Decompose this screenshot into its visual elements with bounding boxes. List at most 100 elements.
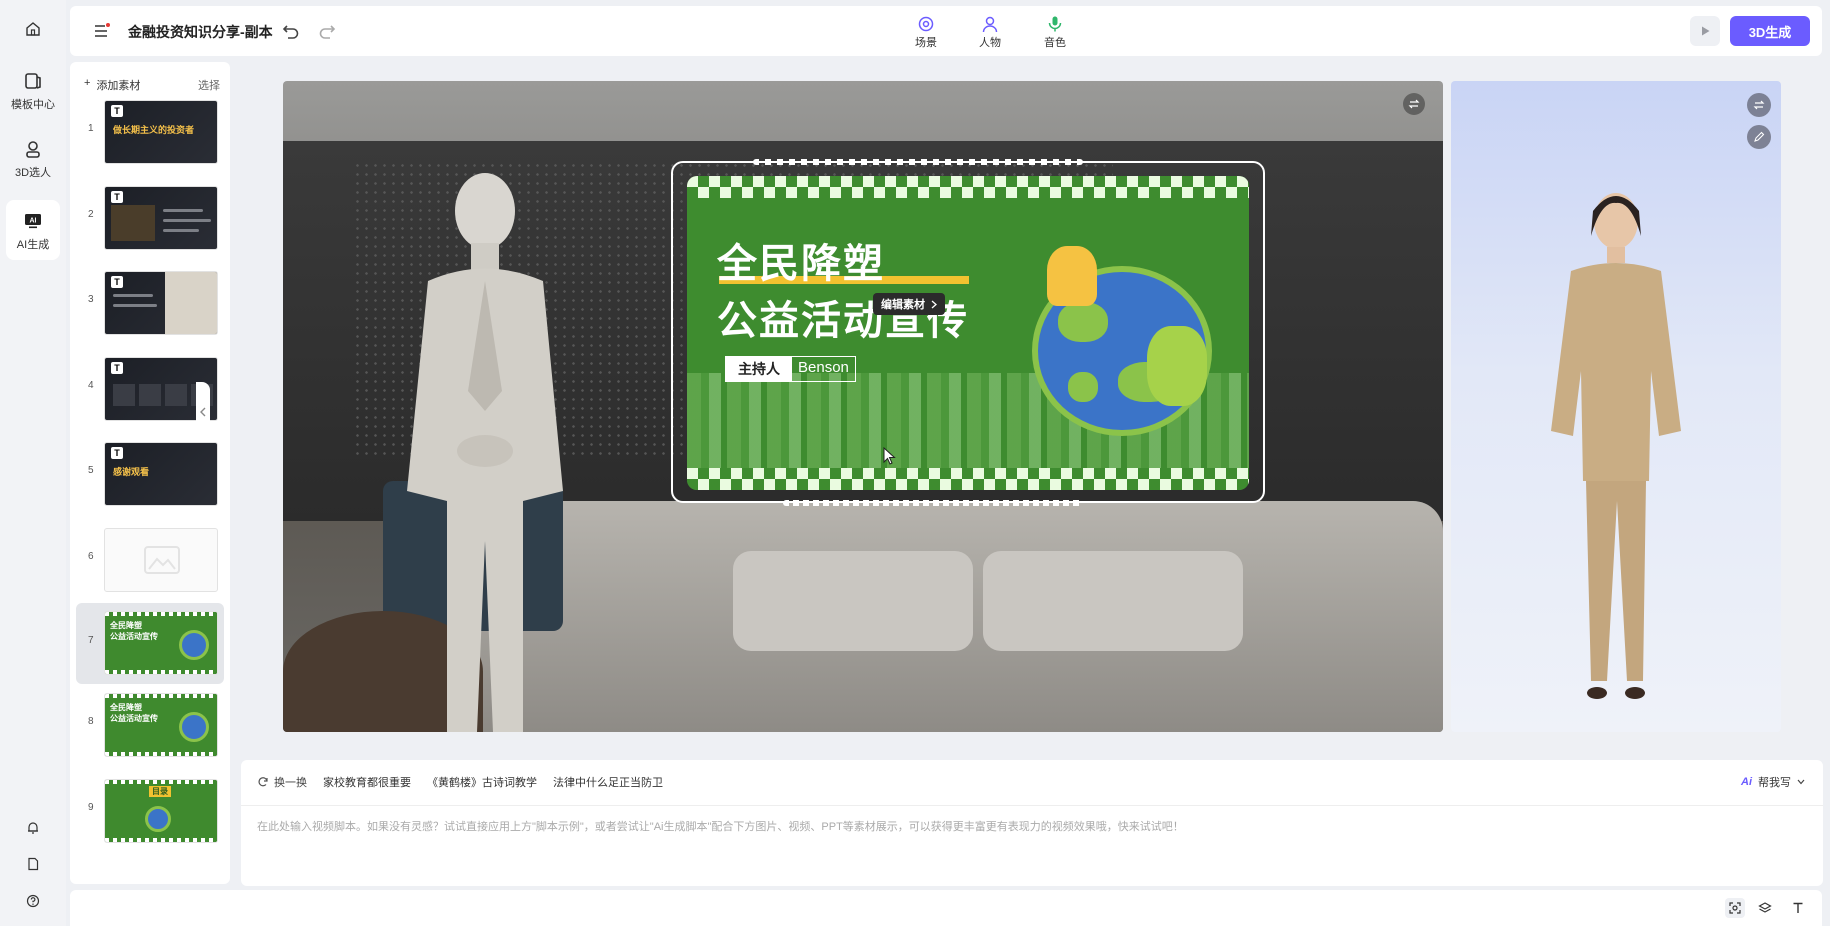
layers-icon[interactable]: [1755, 898, 1775, 918]
slide-thumbnail: 全民降塑 公益活动宣传: [104, 693, 218, 757]
swap-icon[interactable]: [1403, 93, 1425, 115]
checker-strip: [105, 780, 217, 784]
ai-write-icon: Ai: [1741, 776, 1752, 788]
text-badge-icon: T: [111, 105, 123, 117]
generate-3d-button[interactable]: 3D生成: [1730, 16, 1810, 46]
image-placeholder-icon: [144, 546, 180, 574]
chevron-down-icon: [1797, 779, 1805, 785]
thumbnail-image: [139, 384, 161, 406]
bottom-toolbar: [70, 890, 1822, 926]
rail-item-ai-generate[interactable]: AI AI生成: [6, 200, 60, 260]
tool-scene[interactable]: 场景: [906, 14, 946, 50]
rail-item-label: AI生成: [16, 239, 50, 251]
collapse-panel-button[interactable]: [196, 382, 210, 442]
thumbnail-image: [111, 205, 155, 241]
script-example-item[interactable]: 法律中什么足正当防卫: [553, 774, 663, 790]
edit-material-button[interactable]: 编辑素材: [873, 293, 945, 315]
checker-strip: [105, 612, 217, 616]
screenshot-icon[interactable]: [1725, 898, 1745, 918]
slide-thumbnail: T: [104, 186, 218, 250]
tool-person[interactable]: 人物: [970, 14, 1010, 50]
tool-voice[interactable]: 音色: [1035, 14, 1075, 50]
slide-item[interactable]: 2 T: [76, 181, 224, 255]
thumbnail-line: [163, 209, 203, 212]
text-badge-icon: T: [111, 276, 123, 288]
tool-label: 音色: [1044, 37, 1066, 49]
globe-image: [179, 630, 209, 660]
add-material-button[interactable]: + 添加素材: [84, 77, 140, 93]
slide-item[interactable]: 6: [76, 523, 224, 597]
slide-item[interactable]: 5 T 感谢观看: [76, 437, 224, 511]
plus-icon: +: [84, 77, 91, 89]
slide-number: 2: [88, 209, 94, 220]
bell-icon[interactable]: [22, 817, 44, 839]
help-write-label: 帮我写: [1758, 777, 1791, 789]
checker-strip: [105, 670, 217, 674]
slide-number: 3: [88, 294, 94, 305]
help-me-write-button[interactable]: Ai 帮我写: [1741, 774, 1805, 790]
slide-number: 8: [88, 716, 94, 727]
checker-strip: [105, 694, 217, 698]
text-badge-icon: T: [111, 191, 123, 203]
refresh-icon: [258, 777, 268, 787]
script-panel: 换一换 家校教育都很重要 《黄鹤楼》古诗词教学 法律中什么足正当防卫 Ai 帮我…: [241, 760, 1823, 886]
slide-thumbnail: T 做长期主义的投资者: [104, 100, 218, 164]
slide-thumbnail: [104, 528, 218, 592]
script-example-item[interactable]: 《黄鹤楼》古诗词教学: [427, 774, 537, 790]
thumbnail-text: 全民降塑 公益活动宣传: [110, 621, 158, 641]
thumbnail-text: 感谢观看: [113, 467, 150, 477]
rail-item-3d-person[interactable]: 3D选人: [6, 138, 60, 180]
thumbnail-text: 全民降塑 公益活动宣传: [110, 703, 158, 723]
host-name: Benson: [798, 359, 849, 376]
play-button[interactable]: [1690, 16, 1720, 46]
globe-image: [145, 806, 171, 832]
sofa-cushion: [733, 551, 973, 651]
slide-item[interactable]: 8 全民降塑 公益活动宣传: [76, 688, 224, 762]
slide-item[interactable]: 9 目录: [76, 774, 224, 848]
slide-number: 6: [88, 551, 94, 562]
slide-thumbnail: 全民降塑 公益活动宣传: [104, 611, 218, 675]
menu-icon[interactable]: [92, 21, 112, 41]
selection-handle-bottom[interactable]: [783, 500, 1083, 506]
home-icon[interactable]: [22, 18, 44, 40]
scene-canvas[interactable]: 全民降塑 公益活动宣传 主持人 Benson 编辑素材: [283, 81, 1443, 732]
thumbnail-text: 做长期主义的投资者: [113, 125, 195, 135]
statue-avatar-image: [407, 173, 563, 732]
swap-avatar-icon[interactable]: [1747, 93, 1771, 117]
slide-item[interactable]: 1 T 做长期主义的投资者: [76, 95, 224, 169]
globe-image: [179, 712, 209, 742]
script-input[interactable]: 在此处输入视频脚本。如果没有灵感？试试直接应用上方"脚本示例"，或者尝试让"Ai…: [257, 818, 1184, 834]
thumbnail-line: [113, 304, 157, 307]
person-3d-icon: [22, 138, 44, 160]
host-label: 主持人: [726, 357, 792, 381]
slide-thumbnail: 目录: [104, 779, 218, 843]
slide-number: 1: [88, 123, 94, 134]
slide-item[interactable]: 3 T: [76, 266, 224, 340]
edit-pen-icon[interactable]: [1747, 125, 1771, 149]
refresh-label: 换一换: [274, 777, 307, 789]
top-bar: 金融投资知识分享-副本 场景 人物 音色 3D生成: [70, 6, 1822, 56]
rail-item-template[interactable]: 模板中心: [6, 70, 60, 112]
globe-land: [1058, 302, 1108, 342]
edit-material-label: 编辑素材: [881, 299, 925, 311]
app-root: 模板中心 3D选人 AI AI生成 金融投资知识分享-副本 场景 人物 音色 3…: [0, 0, 1830, 926]
rail-item-label: 3D选人: [14, 167, 52, 179]
text-tool-icon[interactable]: [1788, 898, 1808, 918]
script-examples: 换一换 家校教育都很重要 《黄鹤楼》古诗词教学 法律中什么足正当防卫: [257, 774, 663, 790]
thumbnail-image: [165, 272, 217, 334]
redo-icon[interactable]: [316, 20, 338, 42]
select-button[interactable]: 选择: [198, 77, 220, 93]
help-icon[interactable]: [22, 890, 44, 912]
document-title[interactable]: 金融投资知识分享-副本: [128, 22, 273, 42]
slide-item[interactable]: 7 全民降塑 公益活动宣传: [76, 603, 224, 684]
slide-number: 7: [88, 635, 94, 646]
play-icon: [1702, 26, 1710, 36]
green-slide-material[interactable]: 全民降塑 公益活动宣传 主持人 Benson: [687, 176, 1249, 490]
mic-icon: [1045, 14, 1065, 34]
divider: [241, 805, 1823, 806]
undo-icon[interactable]: [280, 20, 302, 42]
script-example-item[interactable]: 家校教育都很重要: [323, 774, 411, 790]
file-icon[interactable]: [22, 853, 44, 875]
refresh-examples-button[interactable]: 换一换: [257, 774, 307, 790]
slides-panel: + 添加素材 选择 1 T 做长期主义的投资者 2 T 3 T 4 T 5 T …: [70, 62, 230, 884]
